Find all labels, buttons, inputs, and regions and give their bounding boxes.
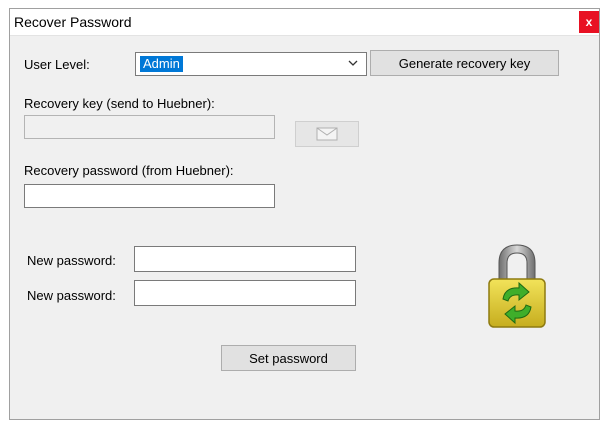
new-password-label-2: New password: bbox=[27, 288, 116, 303]
send-mail-button[interactable] bbox=[295, 121, 359, 147]
mail-icon bbox=[316, 127, 338, 141]
user-level-select[interactable]: Admin bbox=[135, 52, 367, 76]
title-bar: Recover Password x bbox=[10, 9, 599, 36]
set-password-button[interactable]: Set password bbox=[221, 345, 356, 371]
new-password-field-1[interactable] bbox=[134, 246, 356, 272]
recovery-password-field[interactable] bbox=[24, 184, 275, 208]
recovery-password-label: Recovery password (from Huebner): bbox=[24, 163, 234, 178]
close-button[interactable]: x bbox=[579, 11, 599, 33]
recover-password-window: Recover Password x User Level: Admin Gen… bbox=[9, 8, 600, 420]
user-level-label: User Level: bbox=[24, 57, 90, 72]
new-password-label-1: New password: bbox=[27, 253, 116, 268]
chevron-down-icon bbox=[348, 60, 358, 66]
user-level-value: Admin bbox=[140, 56, 183, 72]
lock-icon bbox=[488, 244, 546, 328]
recovery-key-field[interactable] bbox=[24, 115, 275, 139]
window-title: Recover Password bbox=[14, 14, 132, 30]
recovery-key-label: Recovery key (send to Huebner): bbox=[24, 96, 215, 111]
new-password-field-2[interactable] bbox=[134, 280, 356, 306]
generate-recovery-key-button[interactable]: Generate recovery key bbox=[370, 50, 559, 76]
